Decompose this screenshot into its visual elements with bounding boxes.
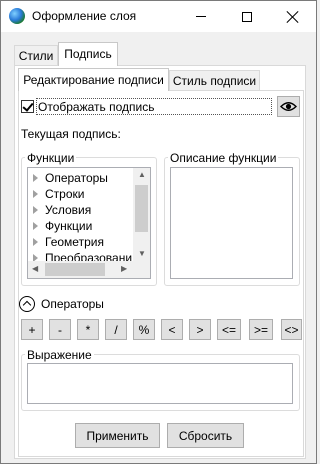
operator-multiply-button[interactable]: *	[77, 319, 99, 340]
expression-input[interactable]	[27, 363, 293, 404]
functions-vertical-scrollbar[interactable]: ▲ ▼	[133, 168, 150, 261]
tab-label-style[interactable]: Стиль подписи	[169, 70, 260, 90]
tab-styles[interactable]: Стили	[14, 45, 58, 65]
functions-list-item[interactable]: Операторы	[28, 171, 132, 187]
operator-modulo-button[interactable]: %	[133, 319, 155, 340]
expand-arrow-icon	[33, 238, 38, 246]
eye-icon	[280, 102, 297, 111]
scroll-right-icon[interactable]: ▶	[121, 265, 127, 273]
show-label-text: Отображать подпись	[38, 100, 155, 114]
operator-greater-equal-button[interactable]: >=	[249, 319, 273, 340]
expand-arrow-icon	[33, 222, 38, 230]
vertical-scroll-thumb[interactable]	[135, 185, 148, 232]
functions-group-title: Функции	[25, 151, 77, 165]
window-title: Оформление слоя	[32, 9, 137, 23]
functions-horizontal-scrollbar[interactable]: ◀ ▶	[28, 261, 133, 278]
maximize-icon	[242, 11, 252, 22]
apply-button[interactable]: Применить	[75, 423, 160, 448]
expand-arrow-icon	[33, 174, 38, 182]
operator-not-equal-button[interactable]: <>	[281, 319, 302, 340]
close-icon	[287, 11, 299, 23]
show-label-checkbox[interactable]	[21, 100, 34, 113]
functions-list-item[interactable]: Строки	[28, 187, 132, 203]
functions-list-item[interactable]: Геометрия	[28, 235, 132, 251]
title-bar: Оформление слоя	[1, 1, 316, 32]
layer-style-window: Оформление слоя Стили Подпись Редактиров…	[0, 0, 317, 464]
operator-plus-button[interactable]: +	[21, 319, 43, 340]
operator-greater-button[interactable]: >	[189, 319, 211, 340]
scroll-up-icon[interactable]: ▲	[138, 171, 146, 179]
tab-label[interactable]: Подпись	[58, 42, 118, 66]
functions-list[interactable]: Операторы Строки Условия Функции Геометр…	[27, 167, 151, 279]
operators-toggle-label: Операторы	[41, 297, 104, 311]
preview-button[interactable]	[277, 96, 300, 117]
minimize-button[interactable]	[178, 1, 224, 32]
collapse-operators-icon[interactable]	[19, 296, 35, 312]
functions-list-item[interactable]: Функции	[28, 219, 132, 235]
close-button[interactable]	[270, 1, 316, 32]
description-group-title: Описание функции	[168, 151, 279, 165]
functions-list-item[interactable]: Условия	[28, 203, 132, 219]
expression-group-title: Выражение	[25, 348, 94, 362]
current-label-caption: Текущая подпись:	[21, 127, 121, 141]
expand-arrow-icon	[33, 190, 38, 198]
scroll-left-icon[interactable]: ◀	[32, 265, 38, 273]
operator-divide-button[interactable]: /	[105, 319, 127, 340]
operator-less-equal-button[interactable]: <=	[217, 319, 241, 340]
scroll-down-icon[interactable]: ▼	[138, 250, 146, 258]
reset-button[interactable]: Сбросить	[167, 423, 244, 448]
maximize-button[interactable]	[224, 1, 270, 32]
operator-minus-button[interactable]: -	[49, 319, 71, 340]
minimize-icon	[196, 16, 206, 17]
operator-less-button[interactable]: <	[161, 319, 183, 340]
function-description-box	[170, 167, 293, 279]
scroll-corner	[133, 261, 150, 278]
tab-label-editing[interactable]: Редактирование подписи	[18, 68, 169, 91]
horizontal-scroll-thumb[interactable]	[45, 263, 105, 276]
app-globe-icon	[9, 8, 25, 24]
expand-arrow-icon	[33, 206, 38, 214]
